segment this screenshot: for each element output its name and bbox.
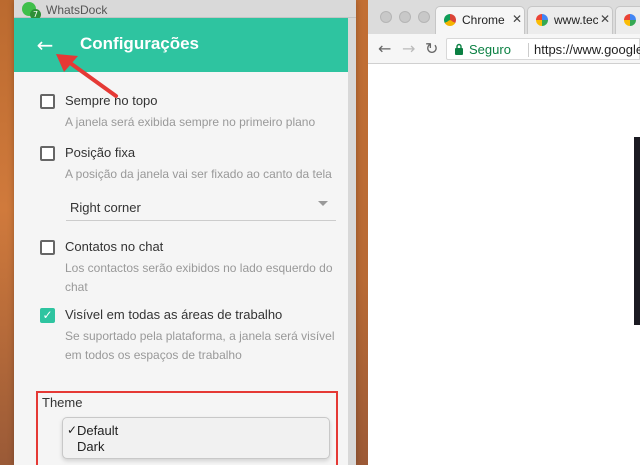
url-text: https://www.google.co bbox=[534, 42, 640, 57]
checkmark-icon: ✓ bbox=[67, 423, 78, 437]
option-label: Visível em todas as áreas de trabalho bbox=[65, 307, 283, 322]
theme-option-label: Default bbox=[77, 423, 119, 438]
all-workspaces-checkbox[interactable]: ✓ bbox=[40, 308, 55, 323]
lock-icon bbox=[455, 43, 463, 55]
theme-label: Theme bbox=[42, 395, 83, 410]
option-description: A posição da janela vai ser fixado ao ca… bbox=[65, 167, 332, 181]
tab-google[interactable] bbox=[615, 6, 640, 34]
annotation-arrow-icon bbox=[56, 54, 118, 98]
whatsapp-icon: 7 bbox=[22, 2, 41, 20]
whatsdock-titlebar[interactable]: 7 WhatsDock bbox=[14, 0, 356, 20]
fixed-position-checkbox[interactable] bbox=[40, 146, 55, 161]
close-window-button[interactable] bbox=[380, 11, 392, 23]
chrome-icon bbox=[444, 14, 456, 26]
option-description: Los contactos serão exibidos no lado esq… bbox=[65, 261, 333, 294]
chrome-window: Chrome ✕ www.tec ✕ ← → ↻ Seguro https://… bbox=[368, 0, 640, 465]
position-select[interactable]: Right corner bbox=[66, 195, 336, 221]
close-tab-icon[interactable]: ✕ bbox=[600, 12, 610, 26]
google-icon bbox=[624, 14, 636, 26]
tab-strip: Chrome ✕ www.tec ✕ bbox=[368, 0, 640, 34]
zoom-window-button[interactable] bbox=[418, 11, 430, 23]
window-title: WhatsDock bbox=[46, 3, 108, 17]
forward-icon[interactable]: → bbox=[402, 39, 415, 58]
chrome-toolbar: ← → ↻ Seguro https://www.google.co bbox=[368, 34, 640, 64]
option-description: A janela será exibida sempre no primeiro… bbox=[65, 115, 316, 129]
tab-title: www.tec bbox=[554, 13, 598, 27]
tab-chrome[interactable]: Chrome ✕ bbox=[435, 6, 525, 34]
minimize-window-button[interactable] bbox=[399, 11, 411, 23]
desktop-background bbox=[0, 0, 14, 465]
page-image-edge bbox=[634, 137, 640, 325]
contacts-in-chat-checkbox[interactable] bbox=[40, 240, 55, 255]
option-label: Posição fixa bbox=[65, 145, 136, 160]
theme-option-dark[interactable]: Dark bbox=[77, 439, 104, 454]
option-description: Se suportado pela plataforma, a janela s… bbox=[65, 329, 335, 362]
security-label: Seguro bbox=[469, 42, 511, 57]
address-bar[interactable]: Seguro https://www.google.co bbox=[446, 38, 640, 60]
divider bbox=[528, 43, 529, 57]
theme-option-default[interactable]: ✓ Default bbox=[67, 423, 119, 438]
google-icon bbox=[536, 14, 548, 26]
back-icon[interactable]: ← bbox=[378, 39, 391, 58]
tab-techtudo[interactable]: www.tec ✕ bbox=[527, 6, 613, 34]
option-label: Contatos no chat bbox=[65, 239, 164, 254]
desktop-background-gap bbox=[356, 0, 368, 465]
tab-title: Chrome bbox=[462, 13, 505, 27]
theme-dropdown-menu[interactable]: ✓ Default Dark bbox=[62, 417, 330, 459]
close-tab-icon[interactable]: ✕ bbox=[512, 12, 522, 26]
reload-icon[interactable]: ↻ bbox=[425, 39, 438, 58]
scrollbar[interactable] bbox=[348, 18, 356, 465]
theme-option-label: Dark bbox=[77, 439, 105, 454]
position-select-value: Right corner bbox=[70, 200, 141, 215]
caret-down-icon bbox=[318, 201, 328, 206]
theme-highlight-box: Theme ✓ Default Dark bbox=[36, 391, 338, 465]
